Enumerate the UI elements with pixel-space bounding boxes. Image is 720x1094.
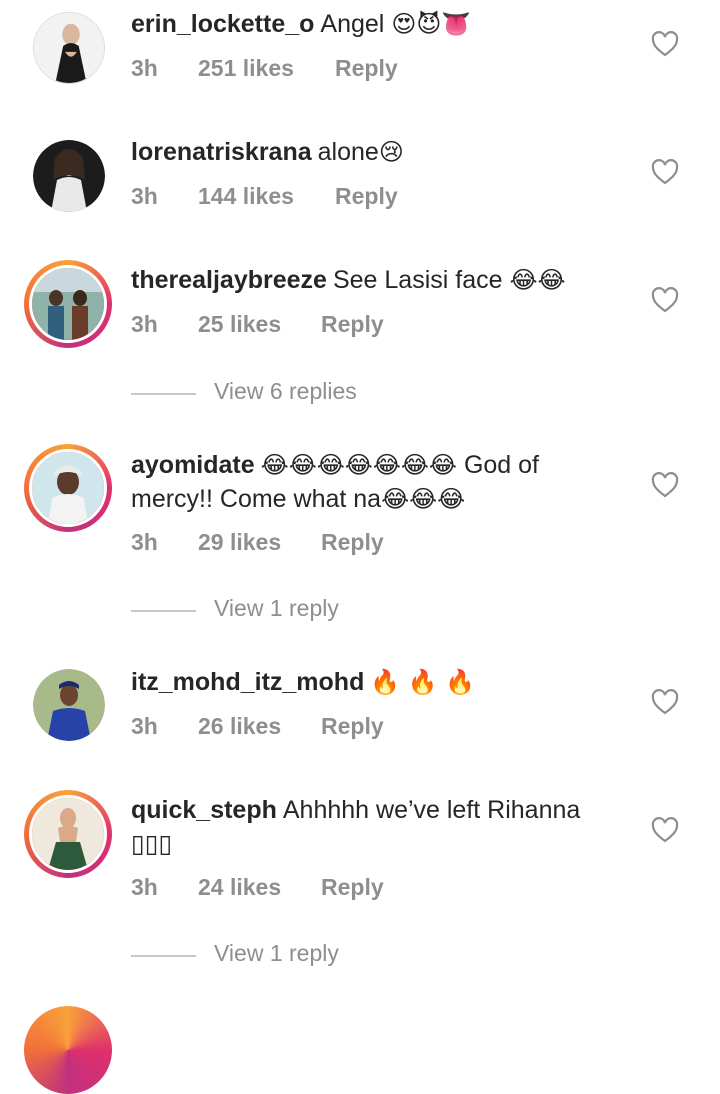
timestamp: 3h bbox=[131, 183, 158, 209]
avatar[interactable] bbox=[24, 790, 112, 878]
comment-text: erin_lockette_o Angel 😍😈👅 bbox=[131, 7, 621, 41]
avatar[interactable] bbox=[24, 444, 112, 532]
view-replies-label[interactable]: View 1 reply bbox=[214, 595, 339, 622]
username[interactable]: lorenatriskrana bbox=[131, 138, 312, 166]
likes-count[interactable]: 25 likes bbox=[198, 311, 281, 338]
comment-text: lorenatriskrana alone😢 bbox=[131, 135, 621, 169]
username[interactable]: therealjaybreeze bbox=[131, 266, 327, 294]
username[interactable]: quick_steph bbox=[131, 796, 277, 824]
timestamp: 3h bbox=[131, 874, 158, 900]
replies-divider bbox=[131, 393, 196, 395]
avatar[interactable] bbox=[24, 1006, 112, 1094]
heart-icon[interactable] bbox=[651, 159, 679, 185]
timestamp: 3h bbox=[131, 713, 158, 739]
replies-divider bbox=[131, 610, 196, 612]
view-replies-label[interactable]: View 6 replies bbox=[214, 378, 357, 405]
emoji-icon: 🔥 🔥 🔥 bbox=[370, 668, 476, 696]
comment-body: Angel bbox=[320, 10, 385, 38]
heart-icon[interactable] bbox=[651, 689, 679, 715]
reply-button[interactable]: Reply bbox=[321, 713, 384, 740]
reply-button[interactable]: Reply bbox=[321, 874, 384, 901]
comment-text: ayomidate 😂😂😂😂😂😂😂 God of mercy!! Come what… bbox=[131, 448, 621, 516]
heart-icon[interactable] bbox=[651, 472, 679, 498]
avatar[interactable] bbox=[33, 12, 105, 84]
replies-divider bbox=[131, 955, 196, 957]
likes-count[interactable]: 24 likes bbox=[198, 874, 281, 901]
heart-icon[interactable] bbox=[651, 817, 679, 843]
view-replies-label[interactable]: View 1 reply bbox=[214, 940, 339, 967]
comment-body: God of bbox=[463, 451, 539, 479]
username[interactable]: ayomidate bbox=[131, 451, 255, 479]
comment-body-line2: ▯▯▯ bbox=[131, 830, 173, 858]
comment-body-line2: mercy!! Come what na bbox=[131, 485, 382, 513]
emoji-icon: 😢 bbox=[378, 138, 404, 166]
comment-body: alone bbox=[317, 138, 379, 166]
comment-text: quick_steph Ahhhhh we’ve left Rihanna ▯▯▯ bbox=[131, 793, 621, 861]
username[interactable]: itz_mohd_itz_mohd bbox=[131, 668, 364, 696]
avatar[interactable] bbox=[33, 140, 105, 212]
likes-count[interactable]: 26 likes bbox=[198, 713, 281, 740]
timestamp: 3h bbox=[131, 55, 158, 81]
heart-icon[interactable] bbox=[651, 31, 679, 57]
comment-text: therealjaybreeze See Lasisi face 😂😂 bbox=[131, 263, 621, 297]
username[interactable]: erin_lockette_o bbox=[131, 10, 314, 38]
timestamp: 3h bbox=[131, 529, 158, 555]
likes-count[interactable]: 29 likes bbox=[198, 529, 281, 556]
likes-count[interactable]: 144 likes bbox=[198, 183, 294, 210]
avatar[interactable] bbox=[24, 260, 112, 348]
emoji-icon: 😂😂 bbox=[509, 266, 566, 294]
reply-button[interactable]: Reply bbox=[335, 183, 398, 210]
likes-count[interactable]: 251 likes bbox=[198, 55, 294, 82]
comment-body: See Lasisi face bbox=[332, 266, 503, 294]
avatar[interactable] bbox=[33, 669, 105, 741]
reply-button[interactable]: Reply bbox=[321, 311, 384, 338]
emoji-icon: 😂😂😂😂😂😂😂 bbox=[260, 451, 457, 479]
comment-body: Ahhhhh we’ve left Rihanna bbox=[282, 796, 581, 824]
heart-icon[interactable] bbox=[651, 287, 679, 313]
reply-button[interactable]: Reply bbox=[321, 529, 384, 556]
timestamp: 3h bbox=[131, 311, 158, 337]
reply-button[interactable]: Reply bbox=[335, 55, 398, 82]
emoji-icon: 😂😂😂 bbox=[381, 485, 466, 513]
emoji-icon: 😍😈👅 bbox=[391, 10, 472, 38]
comment-text: itz_mohd_itz_mohd 🔥 🔥 🔥 bbox=[131, 665, 621, 699]
